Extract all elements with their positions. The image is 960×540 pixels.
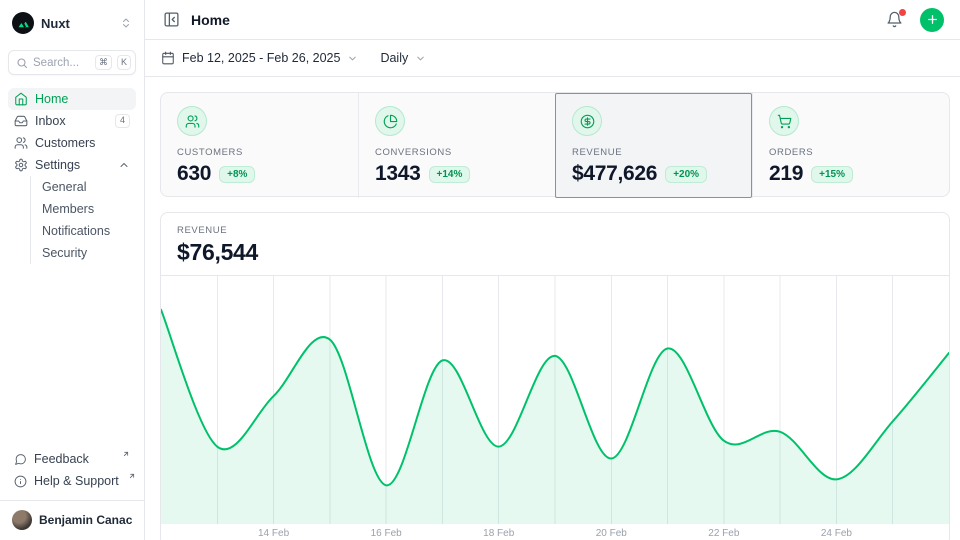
page-title: Home <box>191 12 875 28</box>
granularity-label: Daily <box>380 51 408 65</box>
external-link-icon <box>128 472 136 480</box>
chart-metric-label: REVENUE <box>177 225 933 236</box>
search-input-wrapper: ⌘ K <box>8 50 136 75</box>
stat-label: REVENUE <box>572 147 736 158</box>
sidebar-item-home[interactable]: Home <box>8 88 136 110</box>
sidebar-subitem-label: Security <box>42 246 130 260</box>
stat-value: 219 <box>769 162 803 186</box>
x-tick-label: 24 Feb <box>821 528 852 539</box>
sidebar-item-label: Home <box>35 92 130 106</box>
sidebar-item-label: Help & Support <box>34 474 119 488</box>
app-window: Nuxt ⌘ K Home Inbox 4 Customers <box>0 0 960 540</box>
chart-pie-icon <box>375 106 405 136</box>
stats-strip: CUSTOMERS 630 +8% CONVERSIONS 1343 +14% <box>160 92 950 197</box>
stat-label: ORDERS <box>769 147 933 158</box>
revenue-area-chart <box>161 276 949 524</box>
x-tick-label: 18 Feb <box>483 528 514 539</box>
main-area: Home Feb 12, 2025 - Feb 26, 2025 Daily <box>145 0 960 540</box>
page-content: CUSTOMERS 630 +8% CONVERSIONS 1343 +14% <box>145 77 960 540</box>
x-tick-label: 14 Feb <box>258 528 289 539</box>
sidebar-item-settings[interactable]: Settings <box>8 154 136 176</box>
sidebar-subitem-label: General <box>42 180 130 194</box>
x-tick-label: 22 Feb <box>708 528 739 539</box>
stat-delta-badge: +14% <box>429 166 471 183</box>
stat-label: CUSTOMERS <box>177 147 342 158</box>
kbd-k: K <box>117 55 131 70</box>
sidebar-item-security[interactable]: Security <box>36 242 136 264</box>
chevrons-up-down-icon <box>120 17 132 29</box>
nuxt-logo-icon <box>12 12 34 34</box>
settings-submenu: General Members Notifications Security <box>30 176 136 264</box>
stat-card-revenue[interactable]: REVENUE $477,626 +20% <box>555 93 752 198</box>
inbox-icon <box>14 114 28 128</box>
date-range-picker[interactable]: Feb 12, 2025 - Feb 26, 2025 <box>161 51 358 65</box>
stat-card-orders[interactable]: ORDERS 219 +15% <box>752 93 949 198</box>
chart-metric-value: $76,544 <box>177 239 933 266</box>
search-input[interactable] <box>33 57 90 69</box>
chart-plot-area[interactable] <box>161 276 949 524</box>
search-icon <box>16 57 28 69</box>
info-circle-icon <box>14 475 27 488</box>
sidebar: Nuxt ⌘ K Home Inbox 4 Customers <box>0 0 145 540</box>
add-button[interactable] <box>920 8 944 32</box>
sidebar-subitem-label: Members <box>42 202 130 216</box>
sidebar-item-notifications[interactable]: Notifications <box>36 220 136 242</box>
user-name: Benjamin Canac <box>39 513 132 527</box>
sidebar-item-label: Customers <box>35 136 130 150</box>
stat-delta-badge: +8% <box>219 166 255 183</box>
gear-icon <box>14 158 28 172</box>
chart-x-axis: 14 Feb 16 Feb 18 Feb 20 Feb 22 Feb 24 Feb <box>161 524 949 540</box>
sidebar-item-customers[interactable]: Customers <box>8 132 136 154</box>
calendar-icon <box>161 51 175 65</box>
users-icon <box>14 136 28 150</box>
notifications-button[interactable] <box>884 9 905 30</box>
stat-value: 1343 <box>375 162 421 186</box>
sidebar-item-help-support[interactable]: Help & Support <box>8 470 136 492</box>
sidebar-item-label: Feedback <box>34 452 113 466</box>
stat-value: $477,626 <box>572 162 657 186</box>
sidebar-item-inbox[interactable]: Inbox 4 <box>8 110 136 132</box>
stat-card-conversions[interactable]: CONVERSIONS 1343 +14% <box>358 93 555 198</box>
x-tick-label: 16 Feb <box>371 528 402 539</box>
chevron-down-icon <box>347 53 358 64</box>
chat-bubble-icon <box>14 453 27 466</box>
stat-label: CONVERSIONS <box>375 147 539 158</box>
granularity-select[interactable]: Daily <box>380 51 426 65</box>
x-tick-label: 20 Feb <box>596 528 627 539</box>
sidebar-item-members[interactable]: Members <box>36 198 136 220</box>
dollar-circle-icon <box>572 106 602 136</box>
shopping-cart-icon <box>769 106 799 136</box>
stat-value: 630 <box>177 162 211 186</box>
workspace-switcher[interactable]: Nuxt <box>8 10 136 36</box>
external-link-icon <box>122 450 130 458</box>
notification-dot <box>899 9 906 16</box>
users-circle-icon <box>177 106 207 136</box>
stat-delta-badge: +20% <box>665 166 707 183</box>
user-avatar <box>12 510 32 530</box>
plus-icon <box>926 13 939 26</box>
home-icon <box>14 92 28 106</box>
inbox-count-badge: 4 <box>115 114 130 128</box>
panel-left-close-icon <box>163 11 180 28</box>
stat-card-customers[interactable]: CUSTOMERS 630 +8% <box>161 93 358 198</box>
chevron-down-icon <box>415 53 426 64</box>
sidebar-item-general[interactable]: General <box>36 176 136 198</box>
sidebar-nav: Home Inbox 4 Customers Settings General … <box>8 88 136 264</box>
kbd-meta: ⌘ <box>95 55 112 70</box>
chart-header: REVENUE $76,544 <box>161 213 949 276</box>
sidebar-footer: Feedback Help & Support Benjamin Canac <box>8 448 136 530</box>
sidebar-item-label: Inbox <box>35 114 108 128</box>
revenue-chart-card: REVENUE $76,544 14 Feb 16 Feb 18 Feb 20 Feb… <box>160 212 950 540</box>
filter-toolbar: Feb 12, 2025 - Feb 26, 2025 Daily <box>145 40 960 77</box>
workspace-name: Nuxt <box>41 16 113 31</box>
sidebar-item-feedback[interactable]: Feedback <box>8 448 136 470</box>
stat-delta-badge: +15% <box>811 166 853 183</box>
user-menu[interactable]: Benjamin Canac <box>8 501 136 530</box>
collapse-sidebar-button[interactable] <box>161 9 182 30</box>
chevron-up-icon <box>118 159 130 171</box>
sidebar-item-label: Settings <box>35 158 111 172</box>
top-bar: Home <box>145 0 960 40</box>
sidebar-subitem-label: Notifications <box>42 224 130 238</box>
date-range-label: Feb 12, 2025 - Feb 26, 2025 <box>182 51 340 65</box>
